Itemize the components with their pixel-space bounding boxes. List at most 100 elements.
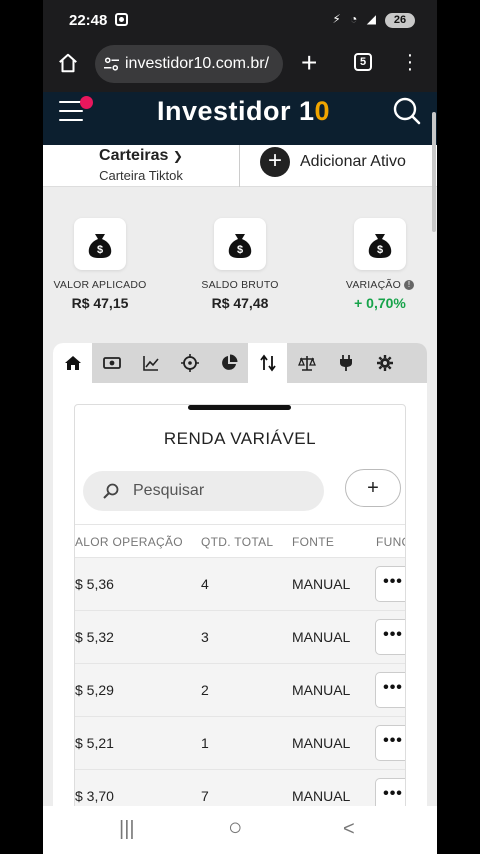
cell-fonte: MANUAL (292, 682, 351, 698)
row-actions-button[interactable]: ••• (375, 725, 405, 761)
tab-rentabilidade[interactable] (131, 343, 170, 383)
cell-valor: $ 5,29 (75, 682, 114, 698)
svg-text:$: $ (237, 244, 243, 256)
status-icons: ⚡ ◔ ◢ (332, 12, 379, 26)
drag-handle[interactable] (188, 405, 291, 410)
line-chart-icon (142, 356, 159, 371)
portfolio-bar: Carteiras ❯ Carteira Tiktok + Adicionar A… (43, 145, 437, 187)
tab-integracoes[interactable] (326, 343, 365, 383)
renda-variavel-card: RENDA VARIÁVEL + ALOR OPERAÇÃO QTD. TOTA… (74, 404, 406, 813)
cell-valor: $ 5,32 (75, 629, 114, 645)
money-bag-icon: $ (354, 218, 406, 270)
add-asset-label: Adicionar Ativo (300, 153, 406, 170)
phone-screen: 22:48 ⚡ ◔ ◢ 26 investidor10.com.br/ + 5 … (43, 0, 437, 854)
tab-transacoes[interactable] (248, 343, 287, 383)
status-time: 22:48 (69, 12, 108, 29)
cell-qtd: 1 (201, 735, 209, 751)
portfolio-panel: RENDA VARIÁVEL + ALOR OPERAÇÃO QTD. TOTA… (53, 343, 427, 813)
tab-proventos[interactable] (92, 343, 131, 383)
portfolio-name: Carteira Tiktok (99, 168, 183, 183)
hamburger-menu-icon[interactable] (59, 96, 93, 128)
cell-valor: $ 5,36 (75, 576, 114, 592)
status-bar: 22:48 ⚡ ◔ ◢ 26 (43, 0, 437, 42)
stat-value: R$ 47,15 (71, 295, 129, 311)
tab-switcher-button[interactable]: 5 (354, 53, 372, 71)
search-icon[interactable] (393, 97, 421, 125)
site-header: Investidor 10 (43, 92, 437, 150)
portfolio-title: Carteiras (99, 147, 169, 164)
recent-apps-button[interactable]: ||| (119, 818, 135, 841)
portfolio-selector[interactable]: Carteiras ❯ Carteira Tiktok (43, 145, 240, 187)
cell-valor: $ 3,70 (75, 788, 114, 804)
stat-value: R$ 47,48 (211, 295, 269, 311)
row-actions-button[interactable]: ••• (375, 619, 405, 655)
stat-label: SALDO BRUTO (201, 279, 279, 291)
site-settings-icon[interactable] (104, 57, 119, 71)
search-icon (103, 483, 119, 499)
column-header: FUNÇ (376, 535, 405, 549)
cell-qtd: 4 (201, 576, 209, 592)
browser-menu-icon[interactable]: · · · (405, 45, 415, 79)
battery-icon: 26 (385, 13, 415, 28)
column-header[interactable]: QTD. TOTAL (201, 535, 273, 549)
stat-label: VALOR APLICADO (53, 279, 147, 291)
plus-icon: + (260, 147, 290, 177)
url-bar[interactable]: investidor10.com.br/ (95, 45, 283, 83)
notification-dot (80, 96, 93, 109)
tab-metas[interactable] (170, 343, 209, 383)
info-icon[interactable]: ! (404, 280, 415, 291)
home-button[interactable]: ○ (228, 814, 243, 842)
cell-fonte: MANUAL (292, 788, 351, 804)
stat-value: + 0,70% (354, 295, 406, 311)
balance-scale-icon (297, 356, 316, 371)
system-nav-bar: ||| ○ < (43, 806, 437, 854)
svg-text:$: $ (97, 244, 103, 256)
money-bag-icon: $ (214, 218, 266, 270)
search-field[interactable] (83, 471, 324, 511)
table-row: $ 5,36 4 MANUAL ••• (75, 558, 405, 611)
scrollbar[interactable] (432, 112, 436, 232)
add-transaction-button[interactable]: + (345, 469, 401, 507)
browser-toolbar: investidor10.com.br/ + 5 · · · (43, 42, 437, 92)
cell-qtd: 7 (201, 788, 209, 804)
home-icon[interactable] (57, 52, 79, 74)
cell-fonte: MANUAL (292, 735, 351, 751)
screen-record-icon (115, 13, 128, 26)
stat-variacao: $ VARIAÇÃO ! + 0,70% (320, 218, 437, 311)
tab-home[interactable] (53, 343, 92, 383)
column-header[interactable]: ALOR OPERAÇÃO (75, 535, 183, 549)
cell-valor: $ 5,21 (75, 735, 114, 751)
table-row: $ 5,32 3 MANUAL ••• (75, 611, 405, 664)
tab-balanceamento[interactable] (287, 343, 326, 383)
row-actions-button[interactable]: ••• (375, 566, 405, 602)
tab-alocacao[interactable] (209, 343, 248, 383)
cell-fonte: MANUAL (292, 629, 351, 645)
table-header: ALOR OPERAÇÃO QTD. TOTAL FONTE FUNÇ (75, 524, 405, 558)
svg-text:$: $ (377, 244, 383, 256)
stat-label: VARIAÇÃO (345, 279, 401, 291)
pie-chart-icon (221, 354, 237, 370)
new-tab-button[interactable]: + (301, 49, 317, 77)
back-button[interactable]: < (343, 818, 355, 841)
cell-fonte: MANUAL (292, 576, 351, 592)
stat-saldo-bruto: $ SALDO BRUTO R$ 47,48 (180, 218, 300, 311)
home-icon (64, 356, 81, 370)
cell-qtd: 3 (201, 629, 209, 645)
cell-qtd: 2 (201, 682, 209, 698)
target-icon (180, 354, 199, 372)
column-header[interactable]: FONTE (292, 535, 334, 549)
plug-icon (339, 355, 352, 371)
row-actions-button[interactable]: ••• (375, 672, 405, 708)
stat-valor-aplicado: $ VALOR APLICADO R$ 47,15 (43, 218, 160, 311)
add-asset-button[interactable]: + Adicionar Ativo (260, 147, 406, 177)
tab-configuracoes[interactable] (365, 343, 404, 383)
panel-tabs (53, 343, 427, 383)
card-title: RENDA VARIÁVEL (163, 429, 317, 448)
search-input[interactable] (133, 479, 313, 503)
transfer-icon (259, 354, 276, 372)
money-bag-icon: $ (74, 218, 126, 270)
site-logo[interactable]: Investidor 10 (157, 96, 330, 127)
chevron-down-icon: ❯ (172, 149, 183, 163)
table-row: $ 5,21 1 MANUAL ••• (75, 717, 405, 770)
url-text: investidor10.com.br/ (125, 55, 270, 72)
